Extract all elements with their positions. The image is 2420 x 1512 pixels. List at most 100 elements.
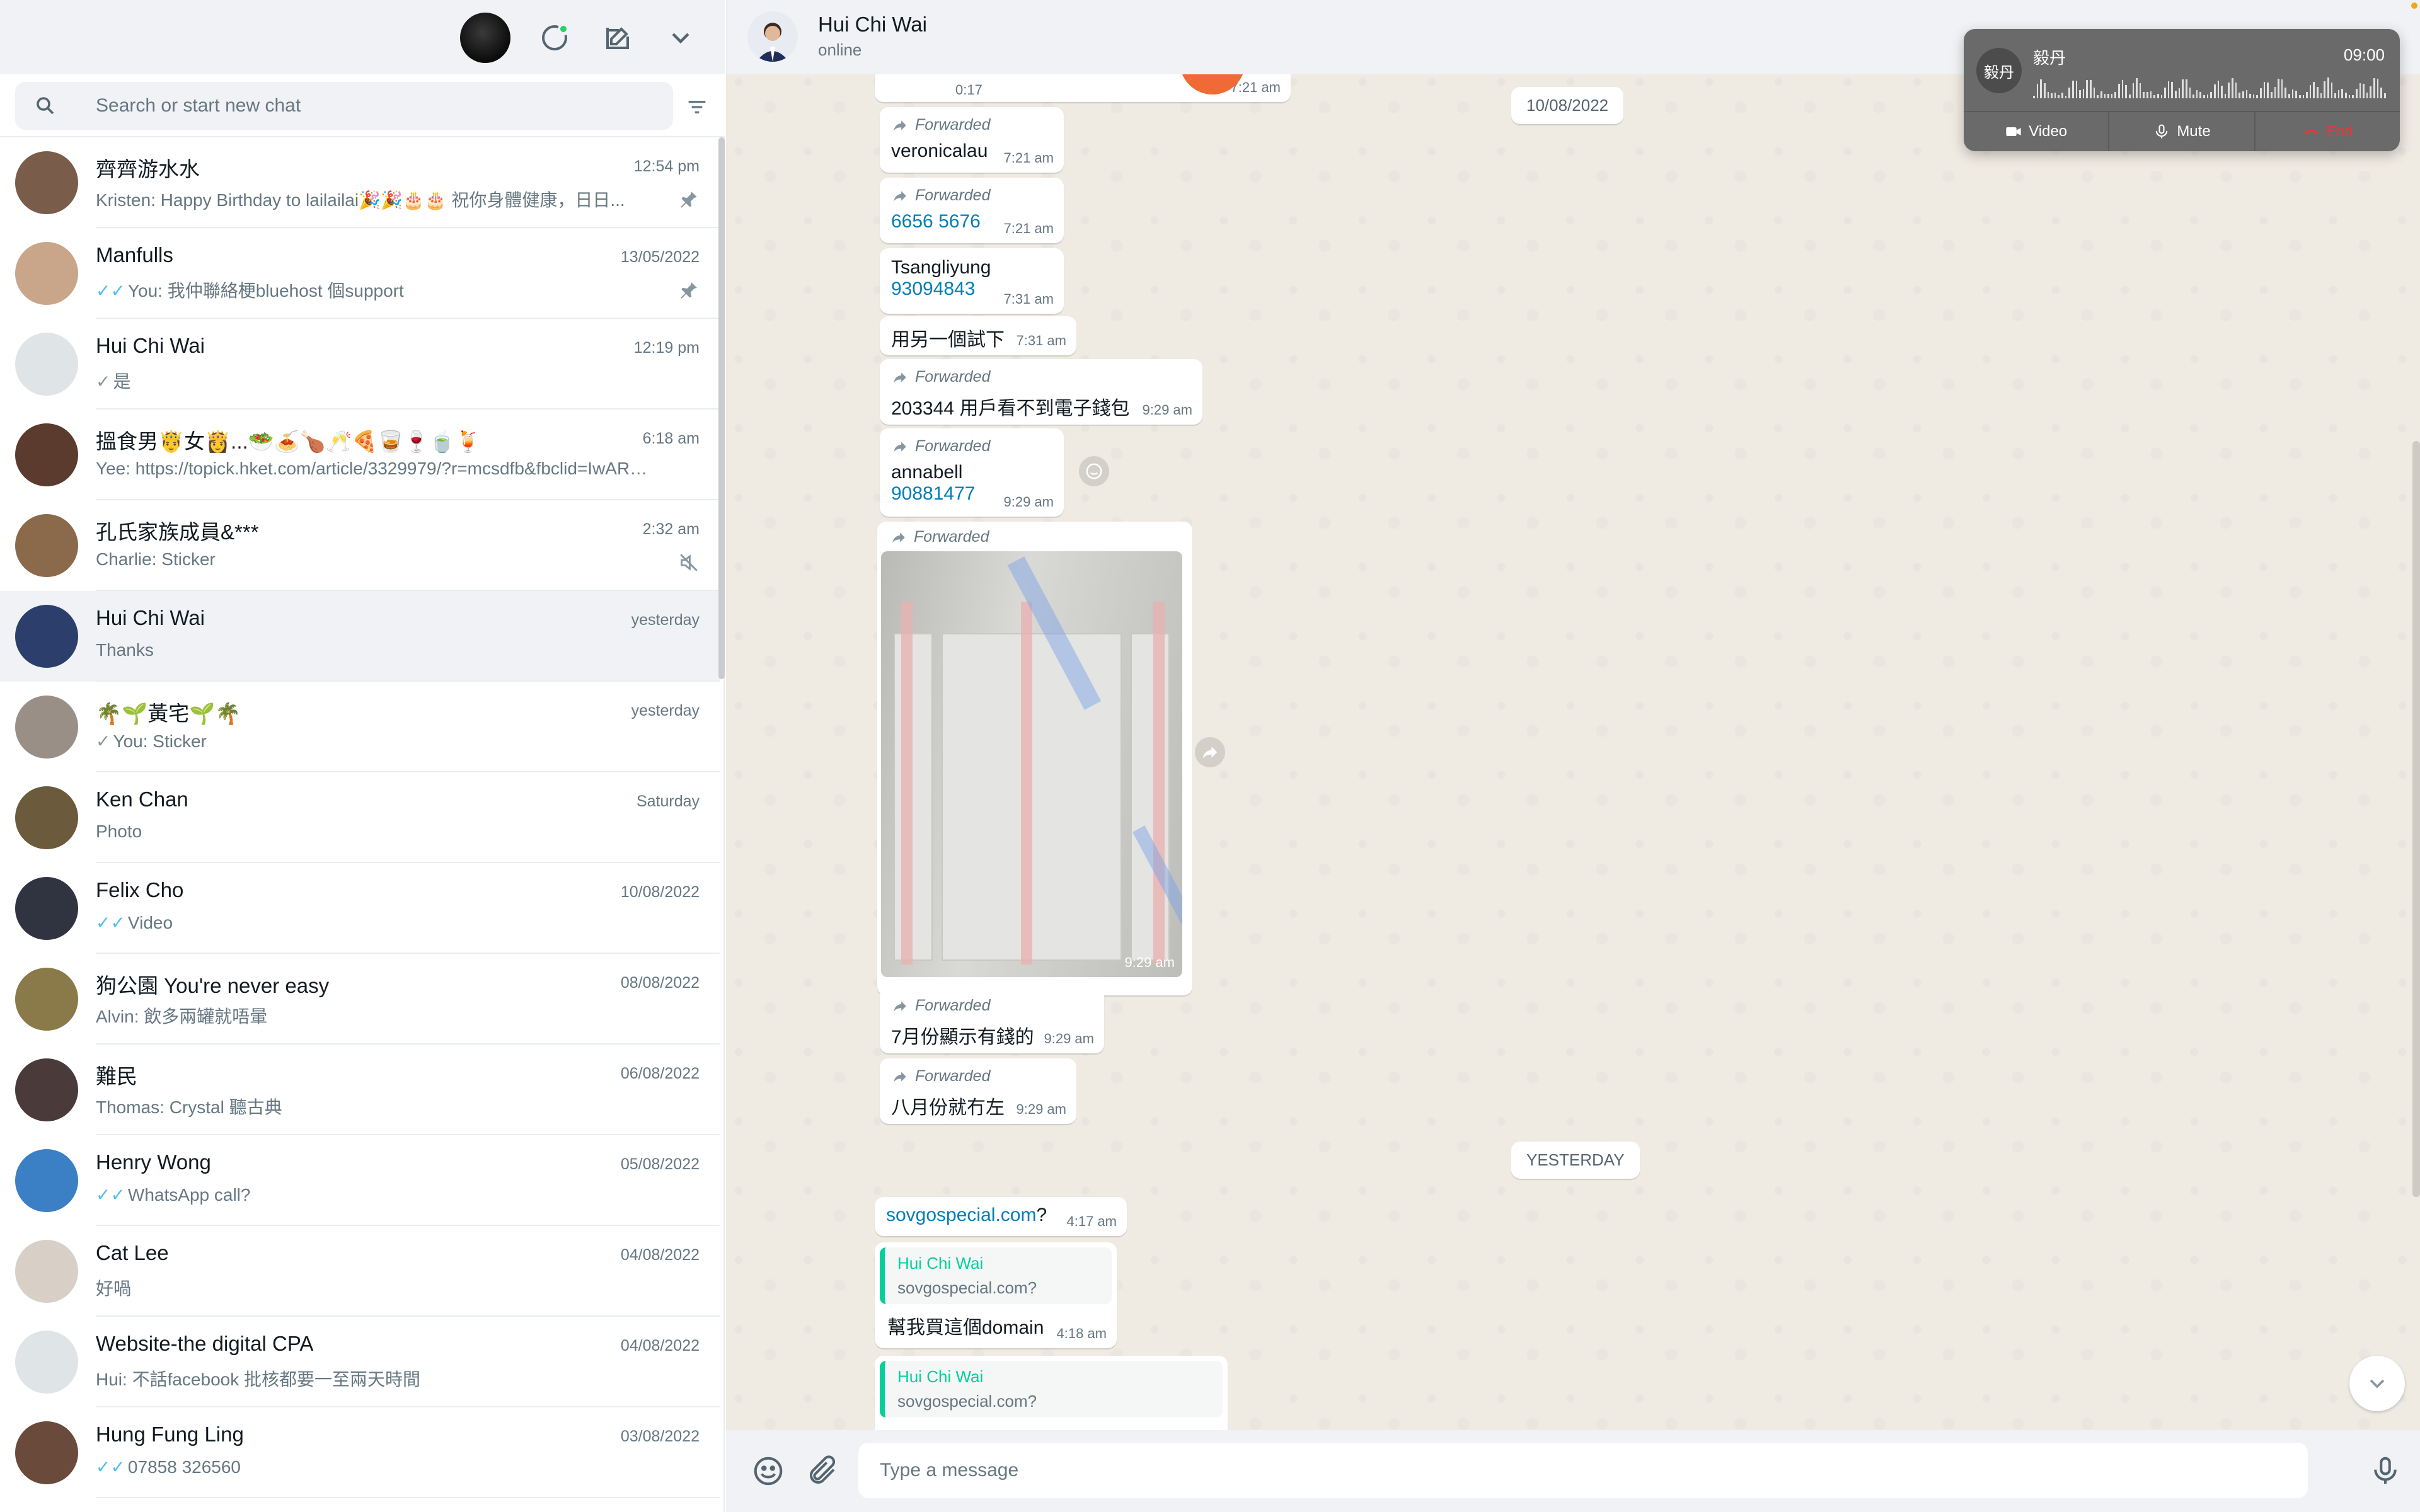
message-input[interactable] [858,1443,2308,1498]
forward-icon [894,1071,906,1082]
avatar[interactable] [15,877,78,940]
message-text: annabell [891,462,963,483]
message-bubble[interactable]: Forwarded 203344 用戶看不到電子錢包 9:29 am [880,359,1202,425]
waveform-bar [2196,90,2198,98]
message-bubble[interactable]: Forwarded 八月份就冇左 9:29 am [880,1058,1076,1124]
chat-time: 10/08/2022 [620,883,700,901]
avatar[interactable] [15,1149,78,1212]
new-chat-icon[interactable] [602,23,633,53]
waveform-bar [2079,90,2081,98]
my-avatar[interactable] [460,13,510,63]
message-bubble[interactable]: Forwarded 7月份顯示有錢的 9:29 am [880,988,1104,1053]
chat-time: Saturday [636,793,700,810]
chat-list-item[interactable]: Henry Wong 05/08/2022 ✓✓ WhatsApp call? [0,1135,720,1226]
chat-name: Hui Chi Wai [96,606,205,629]
message-bubble[interactable]: sovgospecial.com? 4:17 am [875,1197,1127,1236]
avatar[interactable] [15,151,78,214]
forward-media-icon[interactable] [1195,737,1225,767]
waveform-bar [2104,94,2106,98]
status-icon[interactable] [539,23,570,53]
waveform-bar [2263,82,2266,98]
avatar[interactable] [15,242,78,305]
waveform-bar [2355,89,2358,98]
video-button[interactable]: Video [1964,112,2110,151]
waveform-bar [2040,79,2042,98]
message-bubble[interactable]: Forwarded 6656 5676 7:21 am [880,178,1064,243]
message-bubble[interactable]: Forwarded veronicalau 7:21 am [880,107,1064,173]
photo-image[interactable]: 9:29 am [881,551,1182,977]
voice-message[interactable]: 0:17 7:21 am [875,74,1291,102]
waveform-bar [2189,88,2191,98]
chat-list-item[interactable]: Manfulls 13/05/2022 ✓✓ You: 我仲聯絡梗bluehost 個… [0,228,720,319]
avatar[interactable] [15,968,78,1031]
waveform-bar [2065,96,2067,98]
waveform-bar [2068,88,2070,98]
scroll-to-bottom-button[interactable] [2349,1356,2405,1411]
chevron-down-icon[interactable] [666,23,696,53]
message-bubble[interactable]: 用另一個試下 7:31 am [880,316,1076,355]
waveform-bar [2043,83,2046,98]
search-box[interactable] [15,82,673,130]
chat-list-item[interactable]: 狗公園 You're never easy 08/08/2022 Alvin: 飲多… [0,954,720,1045]
chat-list-item[interactable]: Felix Cho 10/08/2022 ✓✓ Video [0,863,720,954]
chat-list-item[interactable]: 難民 06/08/2022 Thomas: Crystal 聽古典 [0,1045,720,1135]
waveform-bar [2167,81,2170,98]
waveform-bar [2090,80,2092,98]
message-time: 4:17 am [1066,1213,1117,1229]
conversation-scrollbar[interactable] [2412,441,2420,1197]
reply-message[interactable]: Hui Chi Wai sovgospecial.com? [875,1356,1228,1430]
avatar[interactable] [15,514,78,577]
chat-list-item[interactable]: 齊齊游水水 12:54 pm Kristen: Happy Birthday to … [0,137,720,228]
chat-list-item[interactable]: 孔氏家族成員&*** 2:32 am Charlie: Sticker [0,500,720,591]
photo-message[interactable]: Forwarded 9:29 am [877,522,1192,995]
chat-list-item[interactable]: 🌴🌱黃宅🌱🌴 yesterday ✓ You: Sticker [0,682,720,772]
chat-list-item[interactable]: 搵食男🤴女👸...🥗🍝🍗🥂🍕🥃🍷🍵🍹 6:18 am Yee: https://to… [0,410,720,500]
chat-list-item[interactable]: Hui Chi Wai 12:19 pm ✓ 是 [0,319,720,410]
attach-icon[interactable] [805,1454,839,1488]
chat-list-item[interactable]: Hui Chi Wai yesterday Thanks [0,591,720,682]
avatar[interactable] [15,1421,78,1484]
avatar[interactable] [15,696,78,759]
search-input[interactable] [96,93,650,118]
forward-icon [894,1000,906,1012]
chat-preview: Thomas: Crystal 聽古典 [96,1097,282,1117]
chat-list-item[interactable]: Cat Lee 04/08/2022 好喎 [0,1226,720,1317]
message-bubble[interactable]: Tsangliyung 93094843 7:31 am [880,248,1064,314]
waveform-bar [2370,86,2371,98]
avatar[interactable] [15,423,78,486]
reaction-smiley-icon[interactable] [1079,456,1109,486]
quoted-message[interactable]: Hui Chi Wai sovgospecial.com? [880,1361,1223,1418]
domain-link[interactable]: sovgospecial.com [886,1205,1036,1225]
end-call-button[interactable]: End [2256,112,2400,151]
chat-list-item[interactable]: Website-the digital CPA 04/08/2022 Hui: 不話… [0,1317,720,1407]
waveform-bar [2380,88,2382,98]
microphone-icon[interactable] [2368,1454,2402,1488]
waveform-bar [2213,84,2216,98]
chat-name: Cat Lee [96,1241,169,1264]
avatar[interactable] [15,1058,78,1121]
message-time: 9:29 am [1142,402,1193,418]
chat-time: 04/08/2022 [620,1246,700,1264]
contact-avatar[interactable] [747,11,798,62]
avatar[interactable] [15,1331,78,1394]
chat-list-item[interactable]: Ken Chan Saturday Photo [0,772,720,863]
avatar[interactable] [15,786,78,849]
avatar[interactable] [15,333,78,396]
avatar[interactable] [15,1240,78,1303]
mute-button[interactable]: Mute [2109,112,2256,151]
voice-duration: 0:17 [955,82,982,98]
message-bubble[interactable]: Forwarded annabell 90881477 9:29 am [880,428,1064,517]
quoted-message[interactable]: Hui Chi Wai sovgospecial.com? [880,1247,1112,1304]
waveform-bar [2295,91,2297,98]
waveform-bar [2221,86,2223,98]
chat-preview: Photo [96,822,142,841]
reply-message[interactable]: Hui Chi Wai sovgospecial.com? 幫我買這個domai… [875,1242,1117,1348]
avatar[interactable] [15,605,78,668]
waveform-bar [2100,91,2102,98]
chat-list-item[interactable]: Hung Fung Ling 03/08/2022 ✓✓ 07858 326560 [0,1407,720,1498]
filter-icon[interactable] [684,94,710,120]
sidebar-scrollbar[interactable] [718,137,725,679]
contact-name: Hui Chi Wai [818,13,927,36]
call-overlay[interactable]: 毅丹 毅丹 09:00 Video Mute End [1964,29,2400,151]
emoji-icon[interactable] [751,1454,785,1488]
